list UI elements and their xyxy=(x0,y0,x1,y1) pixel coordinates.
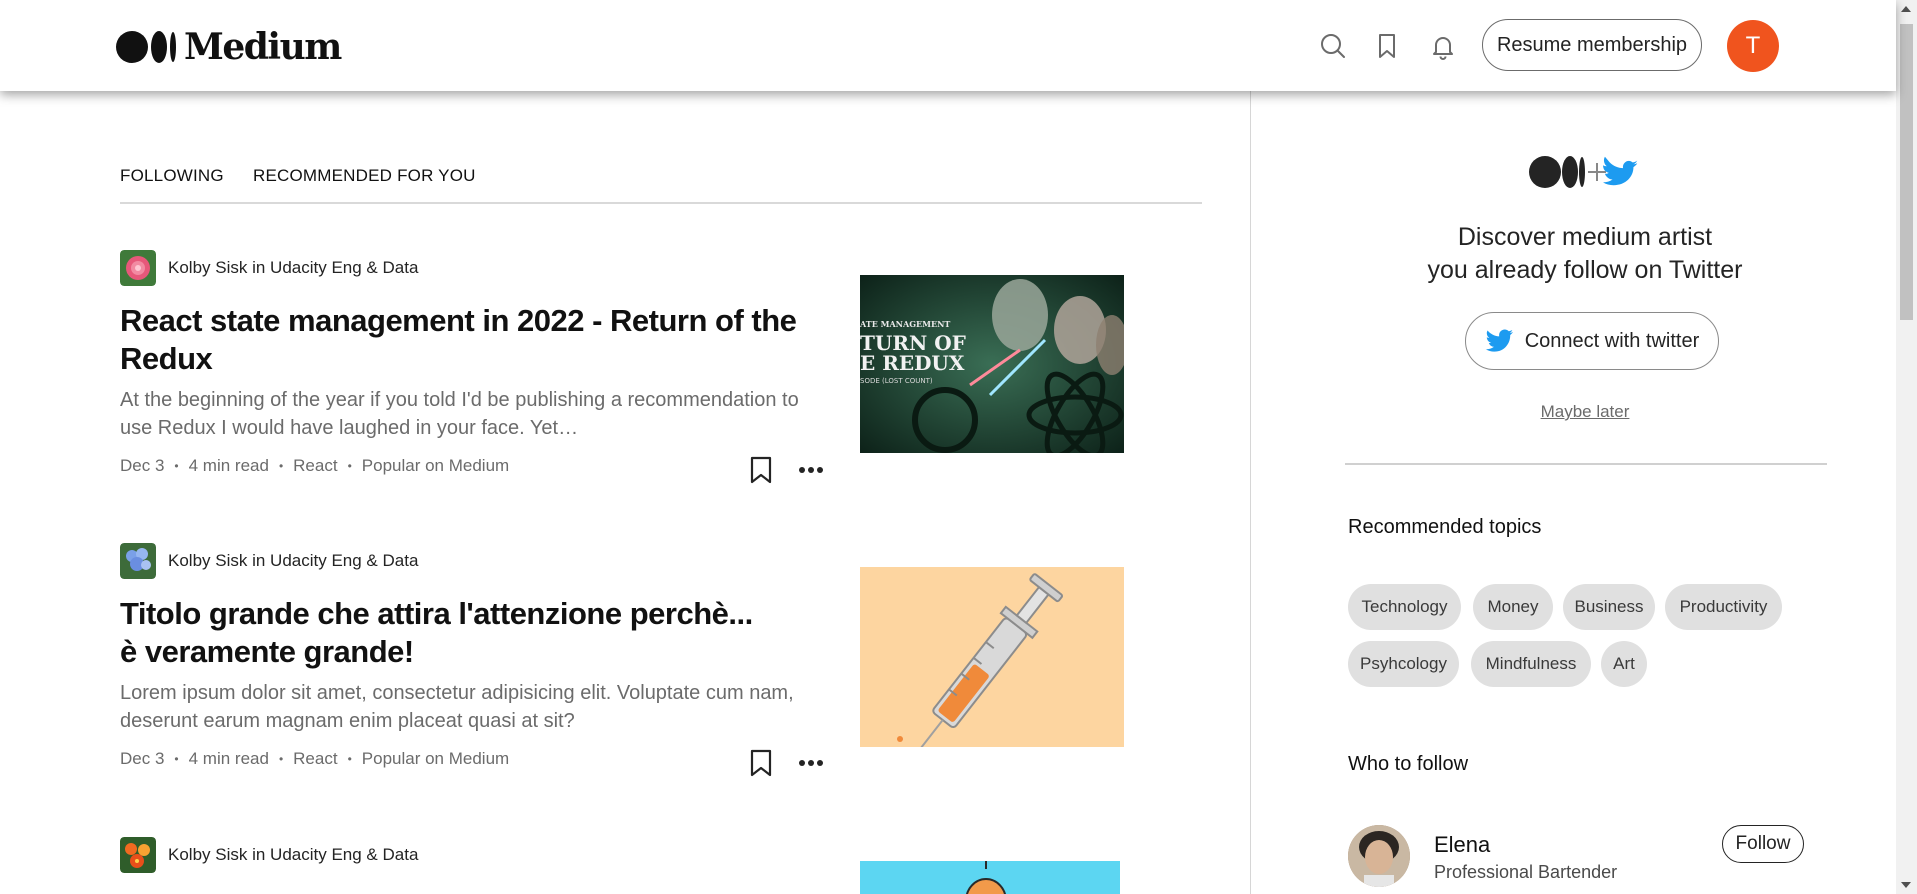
topic-chip-technology[interactable]: Technology xyxy=(1348,584,1461,630)
meta-separator: • xyxy=(174,752,179,766)
topic-chip-mindfulness[interactable]: Mindfulness xyxy=(1471,641,1591,687)
connect-with-twitter-label: Connect with twitter xyxy=(1524,329,1700,352)
notifications-icon[interactable] xyxy=(1428,31,1458,61)
article-meta: Dec 3 • 4 min read • React • Popular on … xyxy=(120,456,509,476)
feed-tabs: FOLLOWING RECOMMENDED FOR YOU xyxy=(120,164,1202,204)
article-title[interactable]: React state management in 2022 - Return … xyxy=(120,302,800,378)
article-topic[interactable]: React xyxy=(293,749,337,769)
top-navigation-bar: Medium Resume membership T xyxy=(0,0,1896,91)
article-card[interactable]: Kolby Sisk in Udacity Eng & Data xyxy=(120,835,1120,894)
topic-chip-psychology[interactable]: Psyhcology xyxy=(1348,641,1459,687)
article-read-time: 4 min read xyxy=(188,456,269,475)
article-byline[interactable]: Kolby Sisk in Udacity Eng & Data xyxy=(120,543,418,579)
article-card[interactable]: Kolby Sisk in Udacity Eng & Data React s… xyxy=(120,248,1128,488)
page-scrollbar[interactable] xyxy=(1896,0,1917,894)
scroll-down-arrow-icon[interactable] xyxy=(1901,882,1911,888)
article-date: Dec 3 xyxy=(120,456,165,475)
article-date: Dec 3 xyxy=(120,749,165,768)
follow-button[interactable]: Follow xyxy=(1722,825,1804,863)
recommended-topics-heading: Recommended topics xyxy=(1348,516,1542,538)
author-avatar[interactable] xyxy=(120,837,156,873)
meta-separator: • xyxy=(174,459,179,473)
more-options-icon[interactable] xyxy=(798,466,824,474)
logo-text: Medium xyxy=(184,26,342,68)
thumb-text: SODE (LOST COUNT) xyxy=(860,377,933,385)
who-to-follow-heading: Who to follow xyxy=(1348,753,1469,775)
article-subtitle[interactable]: Lorem ipsum dolor sit amet, consectetur … xyxy=(120,679,820,735)
follow-description: Professional Bartender xyxy=(1434,862,1618,882)
lightbulb-thumbnail-image xyxy=(860,861,1120,894)
article-thumbnail[interactable]: ATE MANAGEMENT TURN OF E REDUX SODE (LOS… xyxy=(859,275,1128,459)
article-thumbnail[interactable] xyxy=(860,567,1124,754)
medium-logo-mark xyxy=(116,31,176,63)
follow-name[interactable]: Elena xyxy=(1434,832,1490,858)
column-divider xyxy=(1250,91,1251,894)
user-avatar[interactable]: T xyxy=(1727,20,1779,72)
follow-suggestion[interactable]: Elena Professional Bartender Follow xyxy=(1348,825,1808,889)
author-avatar[interactable] xyxy=(120,543,156,579)
scroll-up-arrow-icon[interactable] xyxy=(1901,6,1911,12)
syringe-thumbnail-image xyxy=(860,567,1124,754)
meta-separator: • xyxy=(278,459,284,473)
bookmark-icon[interactable] xyxy=(749,749,773,777)
byline-text: Kolby Sisk in Udacity Eng & Data xyxy=(168,551,419,570)
discover-line-1: Discover medium artist xyxy=(1457,223,1713,251)
tab-recommended[interactable]: RECOMMENDED FOR YOU xyxy=(253,166,476,186)
more-options-icon[interactable] xyxy=(798,759,824,767)
article-title[interactable]: Titolo grande che attira l'attenzione pe… xyxy=(120,595,760,671)
article-byline[interactable]: Kolby Sisk in Udacity Eng & Data xyxy=(120,837,418,873)
bookmark-icon[interactable] xyxy=(749,456,773,484)
follow-avatar[interactable] xyxy=(1348,825,1410,887)
article-meta: Dec 3 • 4 min read • React • Popular on … xyxy=(120,749,509,769)
article-topic[interactable]: React xyxy=(293,456,337,476)
medium-logo[interactable]: Medium xyxy=(116,26,342,68)
twitter-bird-icon xyxy=(1485,329,1513,352)
thumb-text: ATE MANAGEMENT xyxy=(860,319,950,329)
topic-chip-money[interactable]: Money xyxy=(1473,584,1553,630)
resume-membership-button[interactable]: Resume membership xyxy=(1482,19,1702,71)
topic-chip-art[interactable]: Art xyxy=(1601,641,1647,687)
article-subtitle[interactable]: At the beginning of the year if you told… xyxy=(120,386,810,442)
byline-text: Kolby Sisk in Udacity Eng & Data xyxy=(168,845,419,864)
search-icon[interactable] xyxy=(1318,31,1348,61)
thumb-text: E REDUX xyxy=(860,351,965,375)
sidebar-divider xyxy=(1345,463,1827,465)
article-badge: Popular on Medium xyxy=(361,456,510,475)
meta-separator: • xyxy=(347,459,352,473)
redux-thumbnail-image: ATE MANAGEMENT TURN OF E REDUX SODE (LOS… xyxy=(859,275,1128,459)
article-read-time: 4 min read xyxy=(188,749,269,768)
meta-separator: • xyxy=(278,752,284,766)
discover-line-2: you already follow on Twitter xyxy=(1427,256,1743,284)
medium-plus-twitter-logo xyxy=(1528,155,1648,189)
bookmarks-icon[interactable] xyxy=(1372,31,1402,61)
topic-chip-productivity[interactable]: Productivity xyxy=(1665,584,1782,630)
article-thumbnail[interactable] xyxy=(860,861,1120,894)
tab-following[interactable]: FOLLOWING xyxy=(120,166,224,186)
byline-text: Kolby Sisk in Udacity Eng & Data xyxy=(168,258,419,277)
author-avatar[interactable] xyxy=(120,250,156,286)
medium-twitter-logo-icon xyxy=(1529,156,1638,188)
meta-separator: • xyxy=(347,752,352,766)
topic-chip-business[interactable]: Business xyxy=(1563,584,1655,630)
article-card[interactable]: Kolby Sisk in Udacity Eng & Data Titolo … xyxy=(120,541,1124,781)
article-byline[interactable]: Kolby Sisk in Udacity Eng & Data xyxy=(120,250,418,286)
article-badge: Popular on Medium xyxy=(361,749,510,768)
connect-with-twitter-button[interactable]: Connect with twitter xyxy=(1465,312,1719,370)
maybe-later-link[interactable]: Maybe later xyxy=(1251,402,1917,422)
